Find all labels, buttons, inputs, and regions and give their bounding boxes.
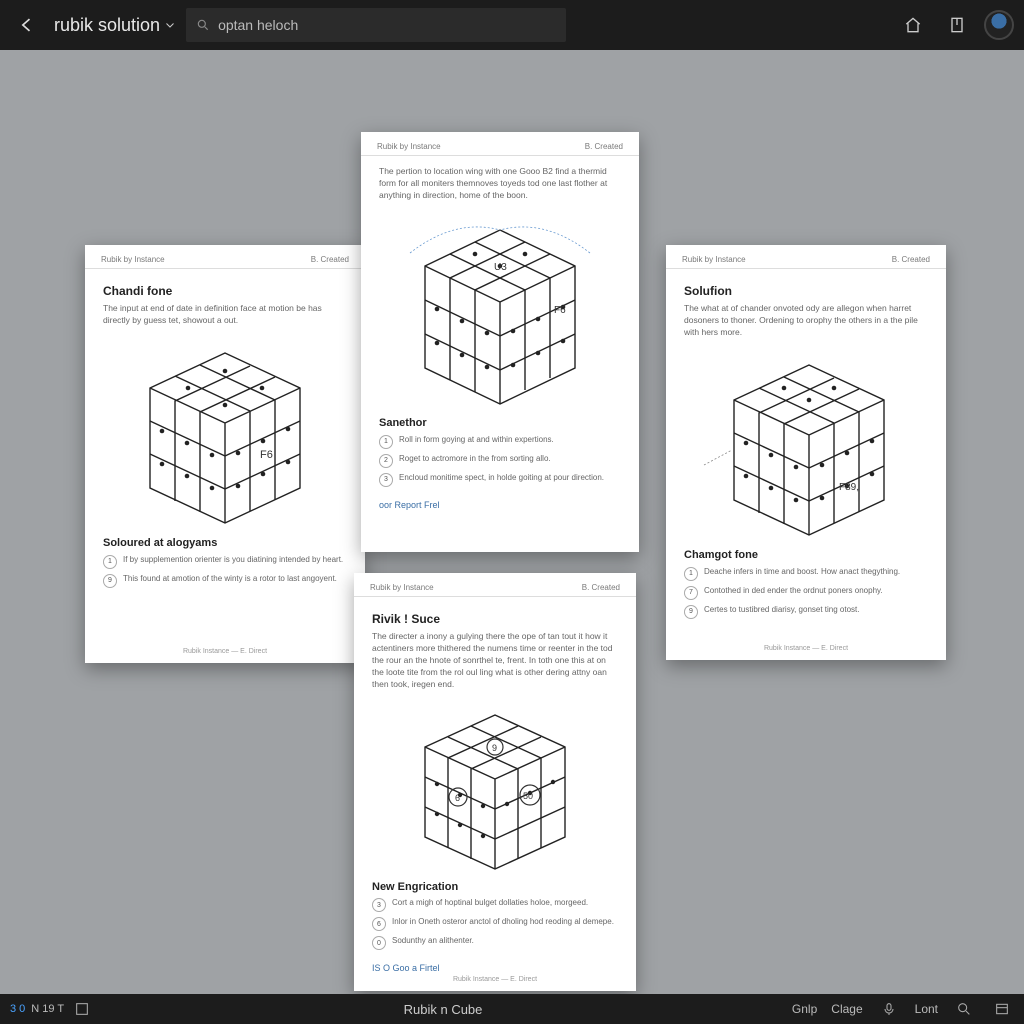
page-card-4[interactable]: Rubik by Instance B. Created Rivik ! Suc… (354, 573, 636, 991)
status-center-label: Rubik n Cube (104, 1002, 782, 1017)
intro-text: The pertion to location wing with one Go… (379, 166, 621, 202)
page-card-3[interactable]: Rubik by Instance B. Created Solufion Th… (666, 245, 946, 660)
cube-diagram: F89, (684, 345, 928, 540)
cube-label-top: 9 (492, 743, 497, 753)
page-title: Solufion (684, 283, 928, 299)
last-button[interactable]: Lont (915, 1002, 938, 1016)
header-left: Rubik by Instance (101, 255, 165, 264)
step-text: Contothed in ded ender the ordnut poners… (704, 586, 883, 597)
home-icon (903, 15, 923, 35)
step-text: Roll in form goying at and within expert… (399, 435, 554, 446)
header-right: B. Created (585, 142, 623, 151)
link-text[interactable]: IS O Goo a Firtel (372, 962, 440, 974)
bookmark-icon (947, 15, 967, 35)
page-header: Rubik by Instance B. Created (666, 245, 946, 269)
cube-diagram: F6 (103, 333, 347, 528)
step-list: 1Roll in form goying at and within exper… (379, 435, 621, 487)
cube-label-front: F6 (260, 449, 273, 461)
page-footer: Rubik Instance — E. Direct (354, 976, 636, 983)
section-title: Sanethor (379, 416, 621, 431)
status-map-icon[interactable] (70, 997, 94, 1021)
chevron-down-icon (164, 19, 176, 31)
link-text[interactable]: oor Report Frel (379, 499, 440, 511)
header-left: Rubik by Instance (377, 142, 441, 151)
step-text: Inlor in Oneth osteror anctol of dholing… (392, 917, 614, 928)
header-left: Rubik by Instance (370, 583, 434, 592)
section-title: New Engrication (372, 880, 618, 895)
cube-label-right: 50 (523, 791, 533, 801)
search-input[interactable] (218, 17, 556, 33)
page-title: Chandi fone (103, 283, 347, 299)
top-bar: rubik solution (0, 0, 1024, 50)
step-list: 1If by supplemention orienter is you dia… (103, 555, 347, 588)
page-title: Rivik ! Suce (372, 611, 618, 627)
page-card-2[interactable]: Rubik by Instance B. Created The pertion… (361, 132, 639, 552)
arrow-left-icon (17, 15, 37, 35)
page-header: Rubik by Instance B. Created (85, 245, 365, 269)
zoom-icon[interactable] (952, 997, 976, 1021)
panel-icon[interactable] (990, 997, 1014, 1021)
page-card-1[interactable]: Rubik by Instance B. Created Chandi fone… (85, 245, 365, 663)
step-text: Sodunthy an alithenter. (392, 936, 474, 947)
app-title: rubik solution (54, 15, 160, 36)
header-right: B. Created (582, 583, 620, 592)
intro-text: The what at of chander onvoted ody are a… (684, 303, 928, 339)
step-text: Certes to tustibred diarisy, gonset ting… (704, 605, 859, 616)
page-footer: Rubik Instance — E. Direct (85, 648, 365, 655)
status-indicator-2[interactable]: N 19 T (31, 1003, 64, 1015)
page-footer: Rubik Instance — E. Direct (666, 645, 946, 652)
step-list: 1Deache infers in time and boost. How an… (684, 567, 928, 619)
header-right: B. Created (892, 255, 930, 264)
cube-label-right: F89, (839, 482, 859, 493)
intro-text: The directer a inony a gulying there the… (372, 631, 618, 690)
step-list: 3Cort a migh of hoptinal bulget dollatie… (372, 898, 618, 950)
mic-icon[interactable] (877, 997, 901, 1021)
section-title: Chamgot fone (684, 548, 928, 563)
bookmark-button[interactable] (940, 8, 974, 42)
step-text: Roget to actromore in the from sorting a… (399, 454, 551, 465)
back-button[interactable] (10, 8, 44, 42)
page-header: Rubik by Instance B. Created (354, 573, 636, 597)
cube-label-top: U3 (494, 262, 507, 273)
help-button[interactable]: Gnlp (792, 1002, 817, 1016)
status-bar: 3 0 N 19 T Rubik n Cube Gnlp Clage Lont (0, 994, 1024, 1024)
header-left: Rubik by Instance (682, 255, 746, 264)
user-avatar[interactable] (984, 10, 1014, 40)
status-indicator-1[interactable]: 3 0 (10, 1003, 25, 1015)
cube-diagram: 9 6 50 (372, 697, 618, 872)
search-icon (196, 18, 210, 32)
cube-label-left: 6 (455, 793, 460, 803)
step-text: This found at amotion of the winty is a … (123, 574, 337, 585)
page-header: Rubik by Instance B. Created (361, 132, 639, 156)
home-button[interactable] (896, 8, 930, 42)
search-box[interactable] (186, 8, 566, 42)
close-button[interactable]: Clage (831, 1002, 862, 1016)
document-canvas[interactable]: Rubik by Instance B. Created Chandi fone… (0, 50, 1024, 994)
app-title-dropdown[interactable]: rubik solution (54, 15, 176, 36)
step-text: If by supplemention orienter is you diat… (123, 555, 343, 566)
step-text: Cort a migh of hoptinal bulget dollaties… (392, 898, 588, 909)
header-right: B. Created (311, 255, 349, 264)
intro-text: The input at end of date in definition f… (103, 303, 347, 327)
cube-diagram: U3 F6 (379, 208, 621, 408)
section-title: Soloured at alogyams (103, 536, 347, 551)
cube-label-right: F6 (554, 305, 566, 316)
step-text: Deache infers in time and boost. How ana… (704, 567, 900, 578)
step-text: Encloud monitime spect, in holde goiting… (399, 473, 604, 484)
